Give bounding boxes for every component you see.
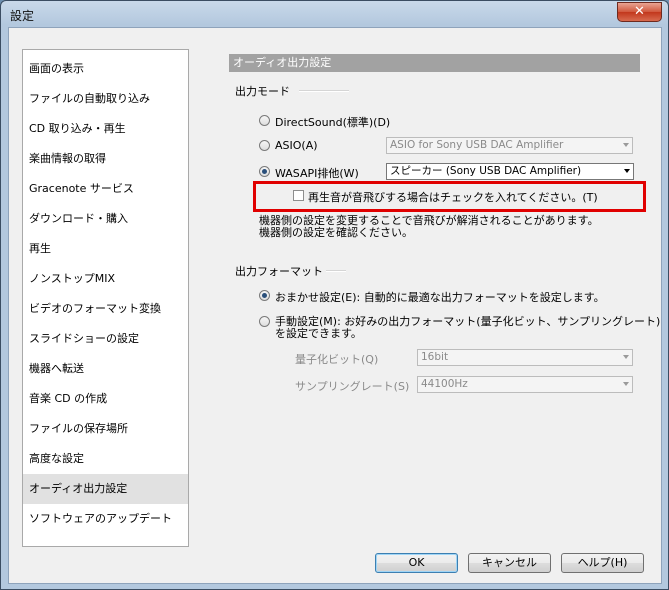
sidebar-item[interactable]: ファイルの保存場所: [23, 414, 188, 444]
sidebar-item[interactable]: ソフトウェアのアップデート: [23, 504, 188, 534]
sidebar-item[interactable]: CD 取り込み・再生: [23, 114, 188, 144]
auto-format-label: おまかせ設定(E): 自動的に最適な出力フォーマットを設定します。: [275, 291, 605, 304]
audio-output-settings-panel: オーディオ出力設定 出力モード DirectSound(標準)(D) ASIO(…: [229, 28, 660, 548]
panel-header: オーディオ出力設定: [229, 54, 640, 72]
window-title: 設定: [10, 9, 35, 23]
close-button[interactable]: ✕: [617, 2, 662, 22]
sidebar-item[interactable]: ノンストップMIX: [23, 264, 188, 294]
asio-label: ASIO(A): [275, 139, 318, 152]
manual-format-label-line2: を設定できます。: [275, 327, 362, 340]
sidebar-item[interactable]: 高度な設定: [23, 444, 188, 474]
settings-window: 設定 ✕ 画面の表示 ファイルの自動取り込み CD 取り込み・再生 楽曲情報の取得 Gr…: [0, 0, 669, 590]
settings-category-list: 画面の表示 ファイルの自動取り込み CD 取り込み・再生 楽曲情報の取得 Graceno…: [22, 49, 189, 547]
help-button[interactable]: ヘルプ(H): [561, 553, 644, 573]
auto-format-radio[interactable]: [259, 290, 270, 301]
close-icon: ✕: [634, 4, 645, 19]
output-format-group-label: 出力フォーマット: [235, 265, 323, 278]
sidebar-item[interactable]: ファイルの自動取り込み: [23, 84, 188, 114]
output-mode-group-label: 出力モード: [235, 85, 290, 98]
title-bar: 設定 ✕: [1, 1, 668, 27]
chevron-down-icon: [624, 169, 630, 173]
ok-button[interactable]: OK: [375, 553, 458, 573]
wasapi-radio[interactable]: [259, 166, 270, 177]
dialog-client-area: 画面の表示 ファイルの自動取り込み CD 取り込み・再生 楽曲情報の取得 Graceno…: [8, 27, 662, 584]
chevron-down-icon: [623, 355, 629, 359]
bit-depth-label: 量子化ビット(Q): [295, 353, 379, 366]
manual-format-radio[interactable]: [259, 316, 270, 327]
wasapi-label: WASAPI排他(W): [275, 167, 359, 180]
bit-depth-value: 16bit: [421, 351, 449, 363]
sidebar-item[interactable]: 機器へ転送: [23, 354, 188, 384]
directsound-label: DirectSound(標準)(D): [275, 116, 391, 129]
sampling-rate-label: サンプリングレート(S): [295, 380, 410, 393]
group-divider: [326, 270, 346, 272]
cancel-button[interactable]: キャンセル: [468, 553, 551, 573]
chevron-down-icon: [623, 382, 629, 386]
sidebar-item[interactable]: オーディオ出力設定: [23, 474, 188, 504]
sampling-rate-select[interactable]: 44100Hz: [417, 376, 633, 393]
group-divider: [299, 90, 349, 92]
sidebar-item[interactable]: 音楽 CD の作成: [23, 384, 188, 414]
sidebar-item[interactable]: ビデオのフォーマット変換: [23, 294, 188, 324]
sidebar-item[interactable]: 楽曲情報の取得: [23, 144, 188, 174]
directsound-radio[interactable]: [259, 115, 270, 126]
wasapi-device-select[interactable]: スピーカー (Sony USB DAC Amplifier): [386, 163, 634, 180]
wasapi-device-value: スピーカー (Sony USB DAC Amplifier): [390, 165, 582, 177]
bit-depth-select[interactable]: 16bit: [417, 349, 633, 366]
asio-device-select[interactable]: ASIO for Sony USB DAC Amplifier: [386, 137, 633, 154]
sidebar-item[interactable]: 画面の表示: [23, 54, 188, 84]
skip-check-checkbox[interactable]: [293, 190, 304, 201]
sidebar-item[interactable]: スライドショーの設定: [23, 324, 188, 354]
skip-check-label: 再生音が音飛びする場合はチェックを入れてください。(T): [308, 191, 598, 204]
sampling-rate-value: 44100Hz: [421, 378, 468, 390]
sidebar-item[interactable]: 再生: [23, 234, 188, 264]
chevron-down-icon: [623, 143, 629, 147]
asio-device-value: ASIO for Sony USB DAC Amplifier: [390, 139, 564, 151]
sidebar-item[interactable]: ダウンロード・購入: [23, 204, 188, 234]
asio-radio[interactable]: [259, 140, 270, 151]
device-note-line2: 機器側の設定を確認ください。: [259, 226, 413, 239]
sidebar-item[interactable]: Gracenote サービス: [23, 174, 188, 204]
